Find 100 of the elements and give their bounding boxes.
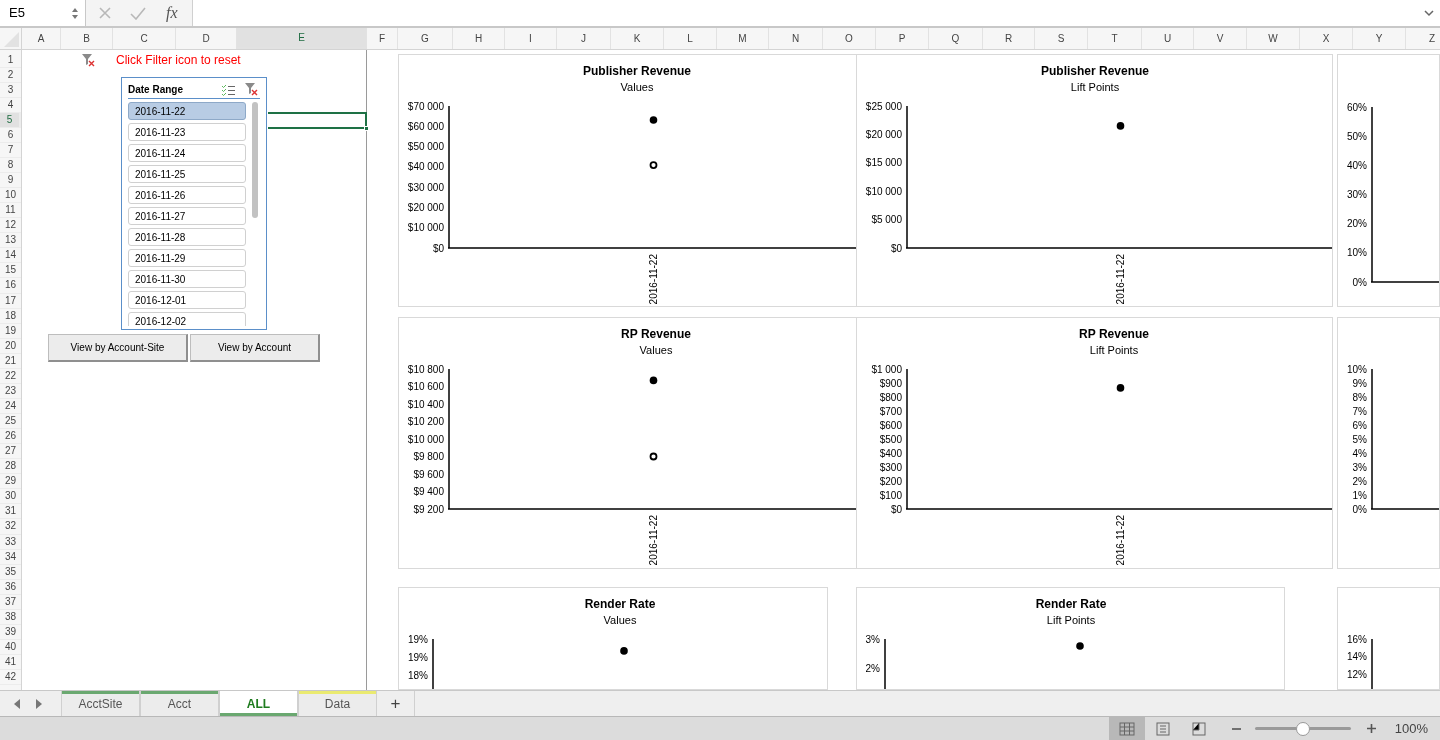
row-header[interactable]: 23 — [0, 383, 21, 399]
slicer-item[interactable]: 2016-11-30 — [128, 270, 246, 288]
row-header[interactable]: 40 — [0, 639, 21, 655]
row-header[interactable]: 12 — [0, 218, 21, 234]
row-header[interactable]: 8 — [0, 157, 21, 173]
clear-filter-icon[interactable] — [82, 54, 95, 67]
column-header[interactable]: Z — [1406, 28, 1440, 49]
row-header[interactable]: 7 — [0, 142, 21, 158]
view-mode-button[interactable] — [1108, 717, 1145, 740]
row-header[interactable]: 32 — [0, 519, 21, 535]
column-header[interactable]: B — [61, 28, 113, 49]
column-header[interactable]: R — [983, 28, 1035, 49]
row-header[interactable]: 25 — [0, 414, 21, 430]
row-header[interactable]: 29 — [0, 474, 21, 490]
column-header[interactable]: Y — [1353, 28, 1406, 49]
sheet-tab[interactable]: ALL — [219, 691, 298, 716]
formula-input[interactable] — [192, 0, 1418, 26]
row-header[interactable]: 24 — [0, 398, 21, 414]
column-header[interactable]: F — [367, 28, 398, 49]
row-header[interactable]: 20 — [0, 338, 21, 354]
zoom-level[interactable]: 100% — [1394, 718, 1428, 739]
slider-thumb[interactable] — [1295, 721, 1310, 736]
row-header[interactable]: 30 — [0, 489, 21, 505]
row-header[interactable]: 26 — [0, 429, 21, 445]
sheet-tab[interactable]: Acct — [140, 691, 219, 716]
column-header[interactable]: K — [611, 28, 664, 49]
row-header[interactable]: 4 — [0, 97, 21, 113]
column-header[interactable]: M — [717, 28, 769, 49]
column-header[interactable]: E — [237, 28, 367, 49]
cell-selection[interactable] — [268, 111, 367, 129]
row-header[interactable]: 10 — [0, 188, 21, 204]
row-header[interactable]: 41 — [0, 655, 21, 671]
scroll-left-icon[interactable] — [12, 697, 22, 710]
clear-filter-icon[interactable] — [245, 83, 258, 96]
row-header[interactable]: 33 — [0, 534, 21, 550]
slicer-item[interactable]: 2016-11-27 — [128, 207, 246, 225]
name-box[interactable]: E5 — [0, 0, 86, 26]
column-header[interactable]: A — [22, 28, 61, 49]
stepper-icon[interactable] — [71, 6, 79, 20]
row-header[interactable]: 35 — [0, 564, 21, 580]
view-button[interactable]: View by Account-Site — [48, 334, 188, 362]
row-header[interactable]: 2 — [0, 67, 21, 83]
row-header[interactable]: 34 — [0, 549, 21, 565]
row-header[interactable]: 31 — [0, 504, 21, 520]
row-header[interactable]: 19 — [0, 323, 21, 339]
fill-handle[interactable] — [364, 125, 369, 131]
slicer-item[interactable]: 2016-11-25 — [128, 165, 246, 183]
row-header[interactable]: 22 — [0, 368, 21, 384]
row-header[interactable]: 3 — [0, 82, 21, 98]
column-header[interactable]: G — [398, 28, 453, 49]
zoom-in-icon[interactable] — [1365, 723, 1377, 734]
row-header[interactable]: 16 — [0, 278, 21, 294]
column-header[interactable]: X — [1300, 28, 1353, 49]
check-icon[interactable] — [130, 6, 146, 20]
column-header[interactable]: C — [113, 28, 176, 49]
row-header[interactable]: 6 — [0, 127, 21, 143]
row-header[interactable]: 14 — [0, 248, 21, 264]
row-header[interactable]: 17 — [0, 293, 21, 309]
function-button[interactable]: fx — [164, 1, 180, 25]
column-header[interactable]: N — [769, 28, 823, 49]
slicer-item[interactable]: 2016-11-22 — [128, 102, 246, 120]
row-header[interactable]: 15 — [0, 263, 21, 279]
row-header[interactable]: 28 — [0, 459, 21, 475]
column-header[interactable]: I — [505, 28, 557, 49]
row-header[interactable]: 9 — [0, 173, 21, 189]
row-header[interactable]: 38 — [0, 609, 21, 625]
sheet-tab[interactable]: AcctSite — [61, 691, 140, 716]
scroll-right-icon[interactable] — [34, 697, 44, 710]
row-header[interactable]: 18 — [0, 308, 21, 324]
chevron-down-icon[interactable] — [1424, 9, 1434, 17]
slicer-item[interactable]: 2016-11-23 — [128, 123, 246, 141]
row-header[interactable]: 27 — [0, 444, 21, 460]
scrollbar-thumb[interactable] — [252, 102, 258, 218]
slicer-item[interactable]: 2016-11-24 — [128, 144, 246, 162]
slicer-item[interactable]: 2016-11-28 — [128, 228, 246, 246]
slicer-item[interactable]: 2016-11-29 — [128, 249, 246, 267]
column-header[interactable]: J — [557, 28, 611, 49]
row-header[interactable]: 11 — [0, 203, 21, 219]
column-header[interactable]: L — [664, 28, 717, 49]
row-header[interactable]: 1 — [0, 52, 21, 68]
row-header[interactable]: 36 — [0, 579, 21, 595]
slicer-item[interactable]: 2016-11-26 — [128, 186, 246, 204]
row-header[interactable]: 13 — [0, 233, 21, 249]
slicer-item[interactable]: 2016-12-01 — [128, 291, 246, 309]
column-header[interactable]: U — [1142, 28, 1194, 49]
column-header[interactable]: S — [1035, 28, 1088, 49]
column-header[interactable]: O — [823, 28, 876, 49]
column-header[interactable]: V — [1194, 28, 1247, 49]
row-header[interactable]: 37 — [0, 594, 21, 610]
slicer-item[interactable]: 2016-12-02 — [128, 312, 246, 326]
multi-select-icon[interactable] — [222, 83, 235, 96]
view-button[interactable]: View by Account — [190, 334, 320, 362]
row-header[interactable]: 21 — [0, 353, 21, 369]
column-header[interactable]: H — [453, 28, 505, 49]
row-header[interactable]: 39 — [0, 624, 21, 640]
column-header[interactable]: Q — [929, 28, 983, 49]
column-header[interactable]: T — [1088, 28, 1142, 49]
row-header[interactable]: 42 — [0, 670, 21, 686]
column-header[interactable]: W — [1247, 28, 1300, 49]
column-header[interactable]: P — [876, 28, 929, 49]
